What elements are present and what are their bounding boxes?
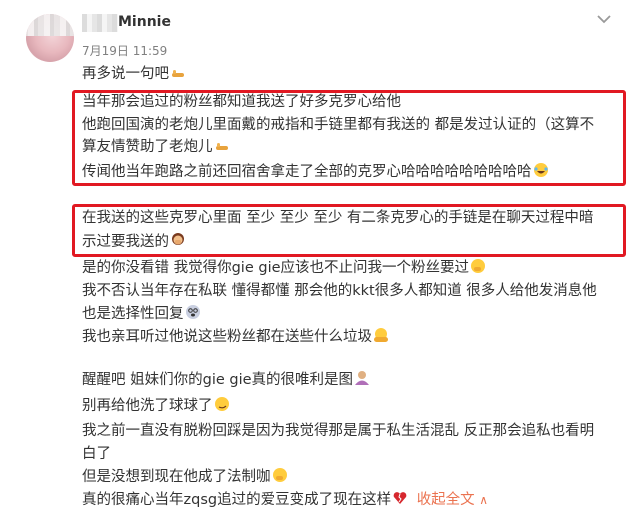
post-line: 我也亲耳听过他说这些粉丝都在送些什么垃圾 — [82, 326, 389, 348]
post-line: 白了 — [82, 446, 111, 462]
post-line: 在我送的这些克罗心里面 至少 至少 至少 有二条克罗心的手链是在聊天过程中暗 — [82, 210, 594, 226]
ok-hand-emoji-icon — [172, 70, 184, 77]
post-line: 当年那会追过的粉丝都知道我送了好多克罗心给他 — [82, 94, 401, 110]
post-line: 再多说一句吧 — [82, 63, 186, 85]
broken-heart-emoji-icon — [393, 492, 407, 504]
more-options-chevron-icon[interactable] — [596, 12, 612, 26]
post-line: 别再给他洗了球球了 — [82, 395, 230, 417]
username[interactable]: Minnie — [118, 14, 171, 30]
collapse-link[interactable]: 收起全文 ∧ — [417, 492, 488, 508]
post-line: 但是没想到现在他成了法制咖 — [82, 466, 288, 488]
post-line: 算友情赞助了老炮儿 — [82, 136, 230, 158]
chevron-up-icon: ∧ — [479, 493, 489, 507]
post-line: 传闻他当年跑路之前还回宿舍拿走了全部的克罗心哈哈哈哈哈哈哈哈哈 — [82, 161, 549, 183]
hug-emoji-icon — [374, 328, 388, 342]
post-line: 也是选择性回复 — [82, 303, 201, 325]
post-line: 我不否认当年存在私联 懂得都懂 那会他的kkt很多人都知道 很多人给他发消息他 — [82, 283, 597, 299]
post-line: 示过要我送的 — [82, 231, 186, 253]
thinking-emoji-icon — [272, 468, 287, 482]
post-line: 真的很痛心当年zqsg追过的爱豆变成了现在这样 收起全文 ∧ — [82, 492, 489, 508]
ok-hand-emoji-icon — [215, 143, 228, 150]
username-blur-mosaic — [82, 14, 118, 32]
post-line: 他跑回国演的老炮儿里面戴的戒指和手链里都有我送的 都是发过认证的（这算不 — [82, 117, 595, 133]
post-line: 醒醒吧 姐妹们你的gie gie真的很唯利是图 — [82, 369, 370, 391]
thinking-emoji-icon — [471, 259, 486, 273]
dizzy-face-emoji-icon — [185, 305, 200, 319]
post-line: 我之前一直没有脱粉回踩是因为我觉得那是属于私生活混乱 反正那会追私也看明 — [82, 423, 595, 439]
post-line: 是的你没看错 我觉得你gie gie应该也不止问我一个粉丝要过 — [82, 257, 486, 279]
person-shrugging-emoji-icon — [355, 371, 370, 385]
face-palm-emoji-icon — [172, 233, 184, 245]
smirk-emoji-icon — [214, 397, 229, 411]
blur-mosaic — [26, 14, 74, 36]
post-timestamp[interactable]: 7月19日 11:59 — [82, 42, 167, 59]
avatar[interactable] — [26, 14, 74, 62]
laughing-tears-emoji-icon — [533, 163, 548, 177]
